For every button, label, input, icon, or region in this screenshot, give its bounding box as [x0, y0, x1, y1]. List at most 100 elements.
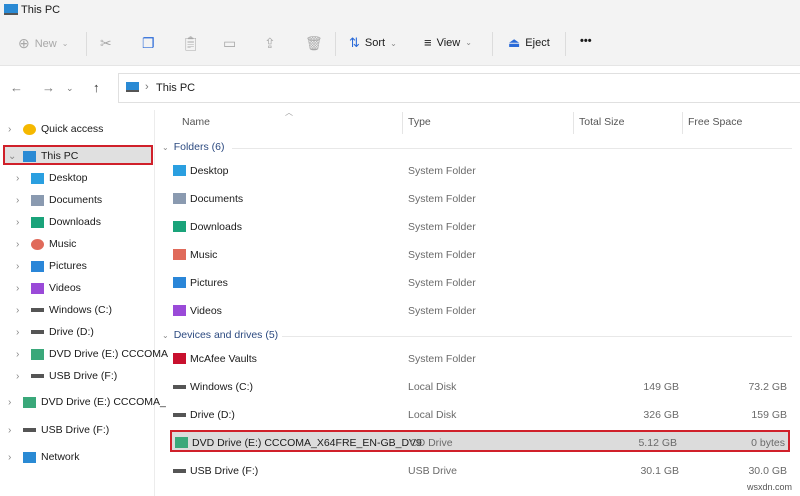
- videos-icon: [31, 282, 44, 294]
- more-options-button[interactable]: •••: [580, 35, 592, 47]
- up-button[interactable]: ↑: [93, 80, 100, 95]
- drive-icon: [31, 308, 44, 312]
- chevron-right-icon[interactable]: ›: [8, 397, 18, 408]
- chevron-right-icon[interactable]: ›: [8, 425, 18, 436]
- list-item[interactable]: DVD Drive (E:) CCCOMA_X64FRE_EN-GB_DV9 C…: [170, 430, 790, 452]
- rename-icon: ▭: [223, 35, 237, 51]
- pictures-icon: [173, 277, 186, 288]
- copy-button[interactable]: ❐: [142, 35, 155, 52]
- chevron-down-icon[interactable]: ⌄: [8, 151, 18, 162]
- delete-button[interactable]: 🗑︎: [305, 35, 323, 52]
- share-button[interactable]: ⇪: [264, 35, 276, 52]
- dvd-icon: [23, 396, 36, 408]
- chevron-right-icon: ›: [145, 81, 149, 93]
- watermark: wsxdn.com: [746, 482, 792, 492]
- chevron-down-icon: ⌄: [61, 39, 69, 48]
- list-item[interactable]: Pictures System Folder: [170, 272, 790, 294]
- list-item[interactable]: Documents System Folder: [170, 188, 790, 210]
- sort-button[interactable]: ⇅ Sort ⌄: [349, 35, 397, 51]
- recent-locations-button[interactable]: ⌄: [66, 83, 74, 94]
- sidebar-item-documents[interactable]: › Documents: [16, 194, 102, 206]
- list-item[interactable]: Downloads System Folder: [170, 216, 790, 238]
- share-icon: ⇪: [264, 35, 276, 51]
- scissors-icon: ✂: [100, 35, 112, 51]
- sidebar-item-desktop[interactable]: › Desktop: [16, 172, 88, 184]
- chevron-right-icon[interactable]: ›: [16, 239, 26, 250]
- command-bar: ⊕ New ⌄ ✂ ❐ 📋︎ ▭ ⇪ 🗑︎ ⇅ Sort ⌄ ≡ View ⌄ ⏏ Eject…: [0, 22, 800, 66]
- dvd-icon: [31, 348, 44, 360]
- videos-icon: [173, 305, 186, 316]
- eject-button[interactable]: ⏏ Eject: [508, 35, 550, 51]
- sidebar-item-videos[interactable]: › Videos: [16, 282, 81, 294]
- chevron-right-icon[interactable]: ›: [16, 283, 26, 294]
- new-button[interactable]: ⊕ New ⌄: [18, 35, 68, 52]
- sort-up-icon: ︿: [285, 108, 293, 117]
- sidebar-item-usb-drive-f[interactable]: › USB Drive (F:): [16, 370, 117, 382]
- sidebar-item-downloads[interactable]: › Downloads: [16, 216, 101, 228]
- view-icon: ≡: [424, 35, 432, 50]
- drive-icon: [23, 428, 36, 432]
- chevron-right-icon[interactable]: ›: [16, 173, 26, 184]
- title-bar: This PC: [0, 0, 800, 22]
- rename-button[interactable]: ▭: [223, 35, 236, 52]
- sidebar-item-quick-access[interactable]: › Quick access: [8, 123, 103, 135]
- sidebar-item-music[interactable]: › Music: [16, 238, 76, 250]
- address-bar[interactable]: › This PC: [118, 73, 800, 103]
- chevron-right-icon[interactable]: ›: [8, 124, 18, 135]
- list-item[interactable]: Music System Folder: [170, 244, 790, 266]
- list-item[interactable]: Desktop System Folder: [170, 160, 790, 182]
- chevron-down-icon: ⌄: [465, 38, 472, 47]
- column-header-free-space[interactable]: Free Space: [688, 116, 742, 128]
- back-button[interactable]: ←: [10, 80, 23, 95]
- music-icon: [173, 249, 186, 260]
- sidebar-item-usb-drive-f[interactable]: › USB Drive (F:): [8, 424, 109, 436]
- cut-button[interactable]: ✂: [100, 35, 112, 52]
- column-header-type[interactable]: Type: [408, 116, 431, 128]
- downloads-icon: [173, 221, 186, 232]
- group-folders[interactable]: ⌄ Folders (6): [162, 141, 224, 153]
- sidebar-item-this-pc[interactable]: ⌄ This PC: [8, 150, 78, 162]
- trash-icon: 🗑︎: [305, 35, 323, 51]
- paste-button[interactable]: 📋︎: [182, 35, 200, 52]
- sidebar-item-dvd-drive-e-cccoma[interactable]: › DVD Drive (E:) CCCOMA_: [8, 396, 166, 408]
- chevron-right-icon[interactable]: ›: [16, 349, 26, 360]
- computer-icon: [4, 4, 18, 15]
- desktop-icon: [31, 172, 44, 184]
- clipboard-icon: 📋︎: [182, 35, 200, 51]
- list-item[interactable]: McAfee Vaults System Folder: [170, 348, 790, 370]
- chevron-right-icon[interactable]: ›: [16, 305, 26, 316]
- mcafee-shield-icon: [173, 353, 186, 364]
- sidebar-item-network[interactable]: › Network: [8, 451, 80, 463]
- sidebar-item-dvd-drive-e-cccoma[interactable]: › DVD Drive (E:) CCCOMA: [16, 348, 168, 360]
- list-item[interactable]: USB Drive (F:) USB Drive 30.1 GB 30.0 GB: [170, 460, 790, 482]
- list-item[interactable]: Drive (D:) Local Disk 326 GB 159 GB: [170, 404, 790, 426]
- chevron-right-icon[interactable]: ›: [16, 195, 26, 206]
- drive-icon: [173, 385, 186, 389]
- plus-circle-icon: ⊕: [18, 35, 30, 51]
- group-devices-and-drives[interactable]: ⌄ Devices and drives (5): [162, 329, 278, 341]
- dvd-icon: [175, 437, 188, 448]
- music-icon: [31, 238, 44, 250]
- network-icon: [23, 451, 36, 463]
- sidebar-item-windows-c[interactable]: › Windows (C:): [16, 304, 112, 316]
- chevron-down-icon: ⌄: [390, 38, 397, 48]
- chevron-right-icon[interactable]: ›: [16, 217, 26, 228]
- chevron-right-icon[interactable]: ›: [16, 261, 26, 272]
- list-item[interactable]: Windows (C:) Local Disk 149 GB 73.2 GB: [170, 376, 790, 398]
- list-item[interactable]: Videos System Folder: [170, 300, 790, 322]
- sidebar-item-drive-d[interactable]: › Drive (D:): [16, 326, 94, 338]
- downloads-icon: [31, 216, 44, 228]
- sidebar-item-pictures[interactable]: › Pictures: [16, 260, 87, 272]
- chevron-right-icon[interactable]: ›: [8, 452, 18, 463]
- forward-button[interactable]: →: [42, 80, 55, 95]
- breadcrumb-this-pc[interactable]: This PC: [156, 82, 195, 94]
- chevron-right-icon[interactable]: ›: [16, 371, 26, 382]
- view-button[interactable]: ≡ View ⌄: [424, 35, 472, 50]
- column-header-name[interactable]: Name: [182, 116, 210, 128]
- drive-icon: [31, 330, 44, 334]
- copy-icon: ❐: [142, 35, 155, 51]
- computer-icon: [126, 82, 139, 92]
- column-header-total-size[interactable]: Total Size: [579, 116, 625, 128]
- computer-icon: [23, 150, 36, 162]
- chevron-right-icon[interactable]: ›: [16, 327, 26, 338]
